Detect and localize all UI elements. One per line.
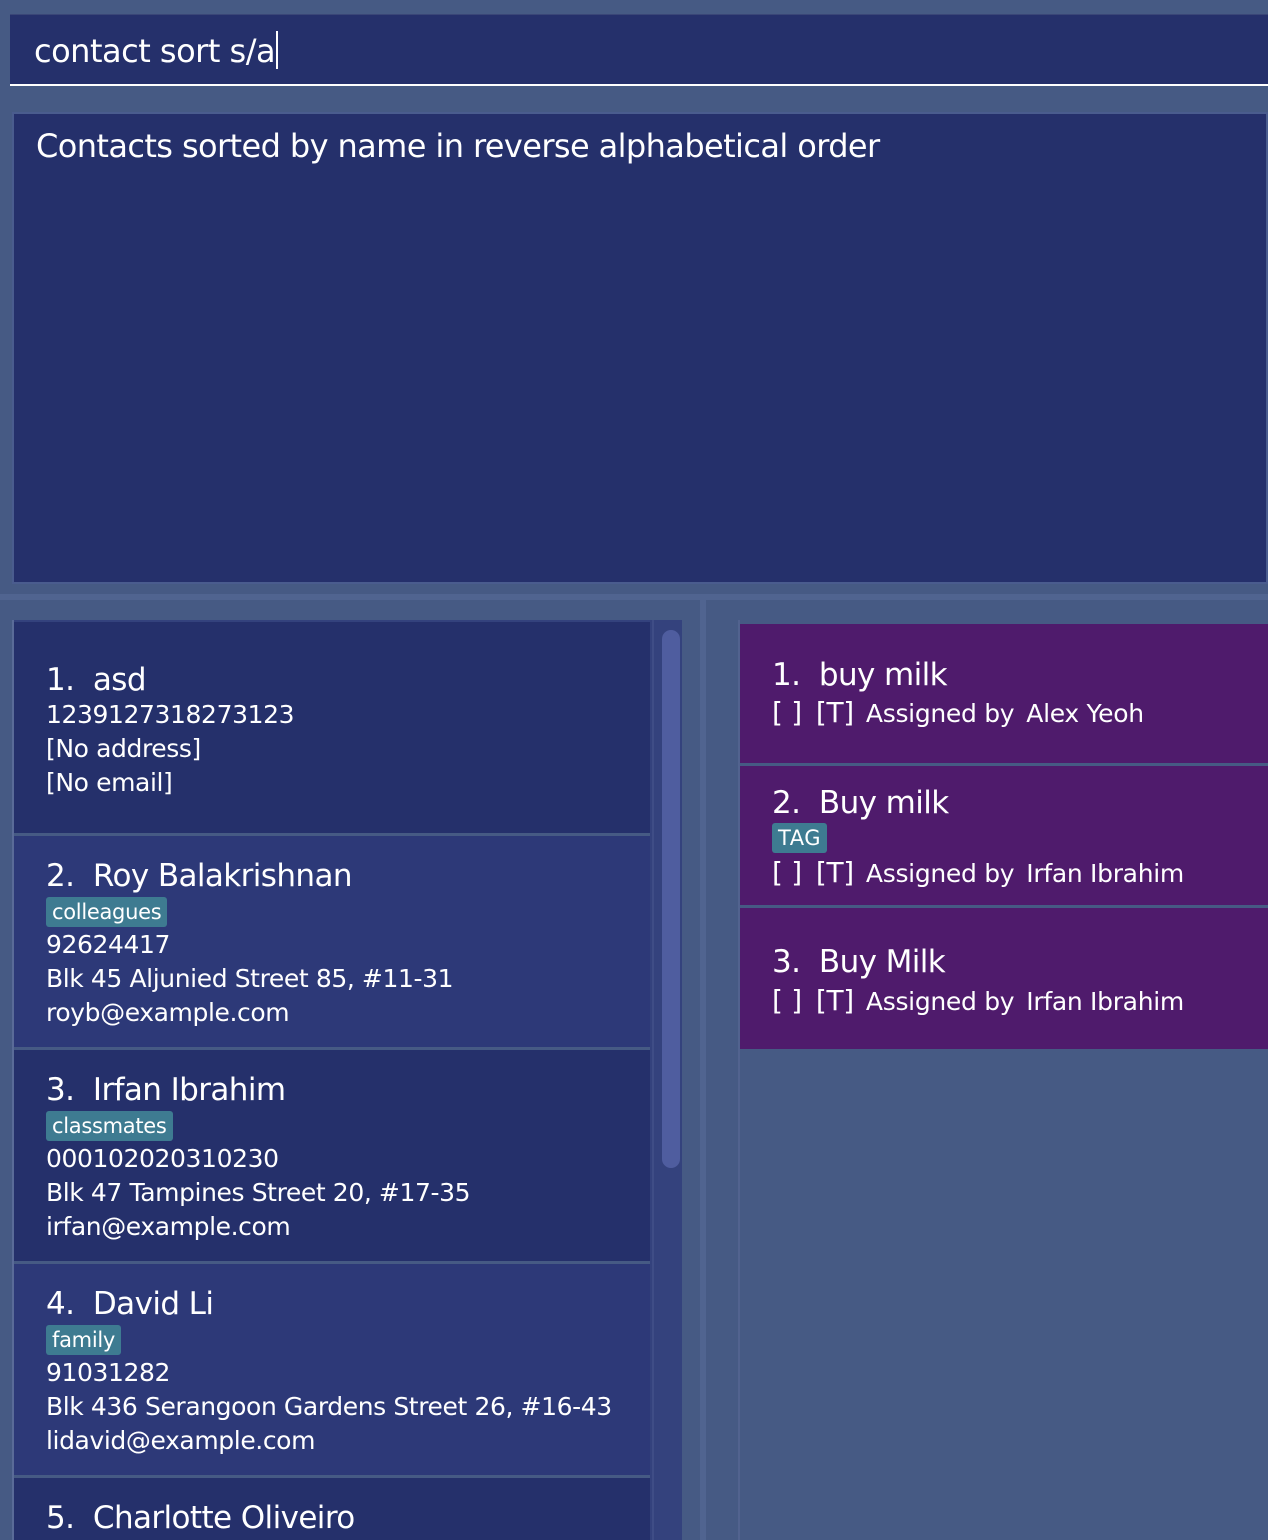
task-tag: TAG [772,823,827,853]
task-type: [T] [815,856,854,889]
task-checkbox[interactable]: [ ] [772,856,802,889]
task-title: 2. Buy milk [772,785,949,821]
contact-name: 1. asd [46,662,147,698]
contact-name: 5. Charlotte Oliveiro [46,1500,355,1536]
task-card[interactable]: 2. Buy milk TAG [ ] [T] Assigned by Irfan I… [740,766,1268,908]
contact-name: 4. David Li [46,1286,214,1322]
task-type: [T] [815,984,854,1017]
task-checkbox[interactable]: [ ] [772,696,802,729]
contact-card[interactable]: 2. Roy Balakrishnan colleagues 92624417 … [14,836,650,1050]
contact-tag: family [46,1325,122,1355]
contact-card[interactable]: 4. David Li family 91031282 Blk 436 Sera… [14,1264,650,1478]
contact-phone: 92624417 [46,930,171,959]
contact-tag: classmates [46,1111,173,1141]
task-assigned-label: Assigned by [865,987,1015,1016]
result-display: Contacts sorted by name in reverse alpha… [12,112,1268,584]
contact-email: [No email] [46,768,173,797]
contact-address: Blk 45 Aljunied Street 85, #11-31 [46,964,454,993]
contact-email: irfan@example.com [46,1212,291,1241]
contact-card[interactable]: 3. Irfan Ibrahim classmates 000102020310… [14,1050,650,1264]
contact-phone: 91031282 [46,1358,171,1387]
task-title: 1. buy milk [772,657,948,693]
task-list-panel[interactable]: 1. buy milk [ ] [T] Assigned by Alex Yeoh 2… [738,620,1268,1540]
vertical-splitter[interactable] [700,598,706,1540]
contact-tag: colleagues [46,897,168,927]
contact-name: 3. Irfan Ibrahim [46,1072,286,1108]
text-caret [276,31,279,69]
task-status-line: [ ] [T] Assigned by Irfan Ibrahim [772,984,1184,1019]
contact-card[interactable]: 5. Charlotte Oliveiro [14,1478,650,1540]
contact-phone: 000102020310230 [46,1144,279,1173]
contact-email: lidavid@example.com [46,1426,316,1455]
result-message: Contacts sorted by name in reverse alpha… [36,127,880,165]
contact-name: 2. Roy Balakrishnan [46,858,353,894]
task-status-line: [ ] [T] Assigned by Alex Yeoh [772,696,1144,731]
task-status-line: [ ] [T] Assigned by Irfan Ibrahim [772,856,1184,891]
task-checkbox[interactable]: [ ] [772,984,802,1017]
task-assignee: Irfan Ibrahim [1026,859,1184,888]
contact-card[interactable]: 1. asd 1239127318273123 [No address] [No… [14,622,650,836]
contact-address: Blk 436 Serangoon Gardens Street 26, #16… [46,1392,612,1421]
task-assignee: Alex Yeoh [1026,699,1144,728]
task-assignee: Irfan Ibrahim [1026,987,1184,1016]
contact-address: [No address] [46,734,201,763]
task-card[interactable]: 3. Buy Milk [ ] [T] Assigned by Irfan Ibrah… [740,908,1268,1052]
task-assigned-label: Assigned by [865,699,1015,728]
task-card[interactable]: 1. buy milk [ ] [T] Assigned by Alex Yeoh [740,624,1268,766]
command-input-text[interactable]: contact sort s/a [34,31,279,71]
app-window: contact sort s/a Contacts sorted by name… [0,0,1268,1540]
contact-address: Blk 47 Tampines Street 20, #17-35 [46,1178,471,1207]
horizontal-splitter[interactable] [0,594,1268,600]
contact-phone: 1239127318273123 [46,700,295,729]
contact-email: royb@example.com [46,998,290,1027]
task-assigned-label: Assigned by [865,859,1015,888]
command-input[interactable]: contact sort s/a [10,14,1268,86]
task-title: 3. Buy Milk [772,944,946,980]
task-type: [T] [815,696,854,729]
contact-list-panel[interactable]: 1. asd 1239127318273123 [No address] [No… [12,620,682,1540]
contact-list-scrollbar[interactable] [652,620,682,1540]
scrollbar-thumb[interactable] [662,630,680,1168]
command-value: contact sort s/a [34,32,276,70]
